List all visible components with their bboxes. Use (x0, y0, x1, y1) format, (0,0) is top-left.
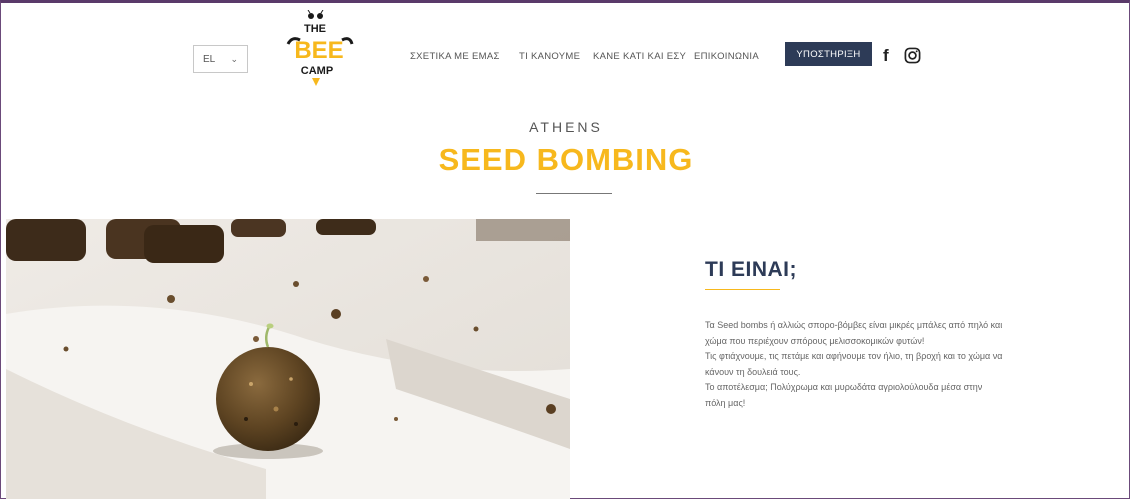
logo-text-line1: THE (304, 23, 326, 35)
paragraph-process: Τις φτιάχνουμε, τις πετάμε και αφήνουμε … (705, 351, 1003, 377)
section-title: ΤΙ ΕΙΝΑΙ; (705, 258, 797, 281)
facebook-icon[interactable]: f (883, 46, 889, 66)
section-title-underline (705, 289, 780, 290)
paragraph-result: Το αποτέλεσμα; Πολύχρωμα και μυρωδάτα αγ… (705, 382, 983, 408)
nav-item-about[interactable]: ΣΧΕΤΙΚΑ ΜΕ ΕΜΑΣ (410, 51, 500, 62)
chevron-down-icon: ⌄ (230, 53, 238, 64)
seed-bomb-photo (6, 219, 570, 499)
support-button[interactable]: ΥΠΟΣΤΗΡΙΞΗ (785, 42, 872, 66)
instagram-icon[interactable] (904, 47, 921, 64)
language-select[interactable]: EL ⌄ (193, 45, 248, 73)
page-title: SEED BOMBING (438, 142, 694, 177)
nav-item-contact[interactable]: ΕΠΙΚΟΙΝΩΝΙΑ (694, 51, 759, 62)
paragraph-definition: Τα Seed bombs ή αλλιώς σπορο-βόμβες είνα… (705, 320, 1003, 346)
page-kicker: ATHENS (529, 119, 603, 135)
bee-camp-logo[interactable]: THE BEE CAMP (284, 10, 356, 90)
nav-item-what-we-do[interactable]: ΤΙ ΚΑΝΟΥΜΕ (519, 51, 580, 62)
logo-text-line2: BEE (294, 37, 343, 64)
section-body: Τα Seed bombs ή αλλιώς σπορο-βόμβες είνα… (705, 318, 1005, 412)
nav-item-get-involved[interactable]: ΚΑΝΕ ΚΑΤΙ ΚΑΙ ΕΣΥ (593, 51, 686, 62)
logo-text-line3: CAMP (301, 65, 333, 77)
title-divider (536, 193, 612, 194)
language-value: EL (203, 53, 216, 65)
